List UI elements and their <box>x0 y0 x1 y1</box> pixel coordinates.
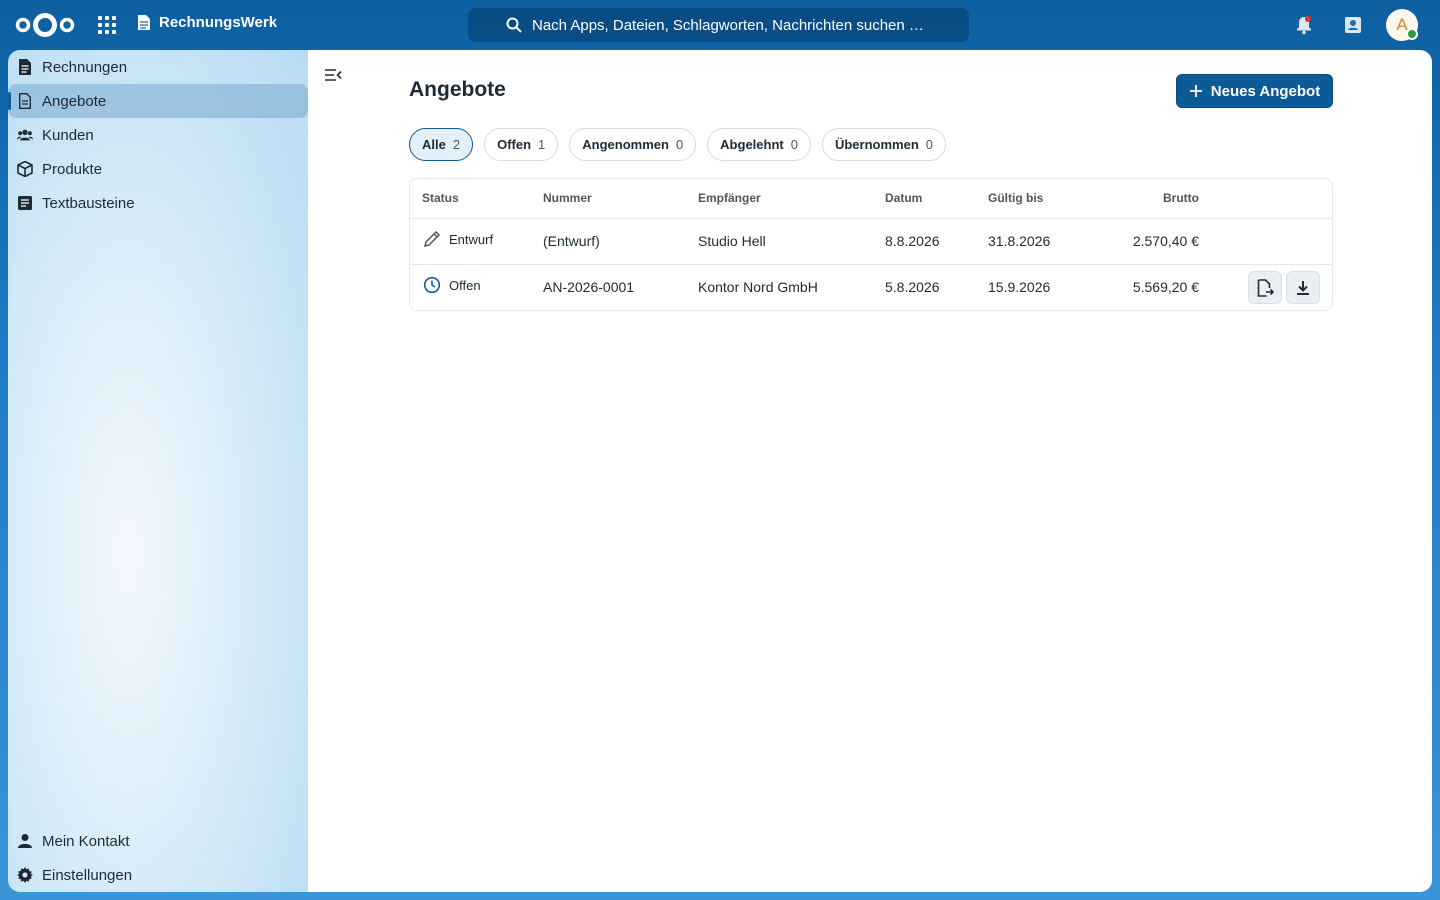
filter-chip-offen[interactable]: Offen 1 <box>484 128 559 161</box>
text-block-icon <box>18 196 32 210</box>
column-header-date[interactable]: Datum <box>885 191 922 205</box>
file-export-icon <box>1257 278 1274 297</box>
app-name-label: RechnungsWerk <box>159 14 278 31</box>
gear-icon <box>17 867 33 883</box>
new-offer-label: Neues Angebot <box>1210 82 1321 100</box>
box-icon <box>17 161 33 177</box>
filter-chip-alle[interactable]: Alle 2 <box>409 128 474 161</box>
page-title: Angebote <box>409 78 506 101</box>
cell-valid-until: 31.8.2026 <box>988 233 1051 249</box>
filter-label: Alle <box>422 137 446 152</box>
new-offer-button[interactable]: Neues Angebot <box>1176 74 1333 108</box>
user-icon <box>18 834 32 848</box>
filter-count: 1 <box>538 137 546 152</box>
cell-valid-until: 15.9.2026 <box>988 279 1051 295</box>
navigation-toggle-icon[interactable] <box>324 68 342 82</box>
cell-gross: 5.569,20 € <box>1132 279 1199 295</box>
notifications-bell-icon[interactable] <box>1294 15 1314 35</box>
status-badge: Offen <box>423 276 481 294</box>
nav-item-label: Einstellungen <box>42 866 133 884</box>
app-navigation: Rechnungen Angebote Kunden Produkte Text… <box>8 50 308 892</box>
filter-label: Übernommen <box>834 137 919 152</box>
document-icon <box>19 59 31 75</box>
status-label: Offen <box>449 277 481 293</box>
filter-label: Angenommen <box>582 137 669 152</box>
cell-number: AN-2026-0001 <box>543 279 635 295</box>
cell-recipient: Kontor Nord GmbH <box>698 279 818 295</box>
nav-item-label: Produkte <box>42 160 103 178</box>
column-header-number[interactable]: Nummer <box>543 191 592 205</box>
contacts-menu-icon[interactable] <box>1343 15 1363 35</box>
app-content: Angebote Neues Angebot Alle 2 Offen 1 An… <box>308 50 1432 892</box>
pencil-icon <box>423 230 441 248</box>
filter-label: Offen <box>497 137 532 152</box>
filter-chip-angenommen[interactable]: Angenommen 0 <box>569 128 697 161</box>
column-header-recipient[interactable]: Empfänger <box>698 191 761 205</box>
top-header: RechnungsWerk Nach Apps, Dateien, Schlag… <box>0 0 1440 50</box>
plus-icon <box>1189 85 1202 97</box>
filter-chip-uebernommen[interactable]: Übernommen 0 <box>821 128 946 161</box>
table-row[interactable]: Offen AN-2026-0001 Kontor Nord GmbH 5.8.… <box>410 264 1332 310</box>
search-placeholder: Nach Apps, Dateien, Schlagworten, Nachri… <box>532 16 924 34</box>
filter-count: 0 <box>675 137 684 152</box>
cell-date: 5.8.2026 <box>885 279 940 295</box>
column-header-status[interactable]: Status <box>422 191 459 205</box>
download-icon <box>1297 280 1309 295</box>
nav-item-label: Rechnungen <box>42 58 128 76</box>
column-header-valid-until[interactable]: Gültig bis <box>988 191 1043 205</box>
online-status-badge <box>1406 28 1418 40</box>
column-header-gross[interactable]: Brutto <box>1110 191 1199 205</box>
nav-item-label: Mein Kontakt <box>42 832 130 850</box>
filter-count: 0 <box>925 137 933 152</box>
nav-item-label: Kunden <box>42 126 94 144</box>
cell-date: 8.8.2026 <box>885 233 940 249</box>
cell-gross: 2.570,40 € <box>1132 233 1199 249</box>
nextcloud-logo-icon[interactable] <box>14 12 76 38</box>
nav-item-mein-kontakt[interactable]: Mein Kontakt <box>8 824 308 858</box>
nav-item-angebote[interactable]: Angebote <box>8 84 308 118</box>
clock-icon <box>423 276 441 294</box>
unified-search-input[interactable]: Nach Apps, Dateien, Schlagworten, Nachri… <box>468 8 969 42</box>
status-label: Entwurf <box>449 231 494 247</box>
nav-item-textbausteine[interactable]: Textbausteine <box>8 186 308 220</box>
filter-count: 0 <box>790 137 798 152</box>
filter-label: Abgelehnt <box>720 137 784 152</box>
document-icon <box>138 15 150 30</box>
nav-item-rechnungen[interactable]: Rechnungen <box>8 50 308 84</box>
users-icon <box>17 129 33 141</box>
nav-item-label: Angebote <box>42 92 107 110</box>
download-pdf-button[interactable] <box>1286 271 1320 304</box>
table-row[interactable]: Entwurf (Entwurf) Studio Hell 8.8.2026 3… <box>410 218 1332 264</box>
notification-dot <box>1305 16 1311 22</box>
search-icon <box>506 17 522 33</box>
document-outline-icon <box>19 93 31 109</box>
nav-item-einstellungen[interactable]: Einstellungen <box>8 858 308 892</box>
nav-item-label: Textbausteine <box>42 194 135 212</box>
nav-item-produkte[interactable]: Produkte <box>8 152 308 186</box>
convert-to-invoice-button[interactable] <box>1248 271 1282 304</box>
app-name-link[interactable]: RechnungsWerk <box>137 14 277 31</box>
status-badge: Entwurf <box>423 230 493 248</box>
offers-table: Status Nummer Empfänger Datum Gültig bis… <box>409 178 1333 311</box>
filter-chip-abgelehnt[interactable]: Abgelehnt 0 <box>707 128 811 161</box>
cell-number: (Entwurf) <box>543 233 600 249</box>
app-menu-icon[interactable] <box>98 16 116 34</box>
status-filter-bar: Alle 2 Offen 1 Angenommen 0 Abgelehnt 0 … <box>409 128 946 161</box>
cell-recipient: Studio Hell <box>698 233 766 249</box>
filter-count: 2 <box>452 137 461 152</box>
nav-item-kunden[interactable]: Kunden <box>8 118 308 152</box>
